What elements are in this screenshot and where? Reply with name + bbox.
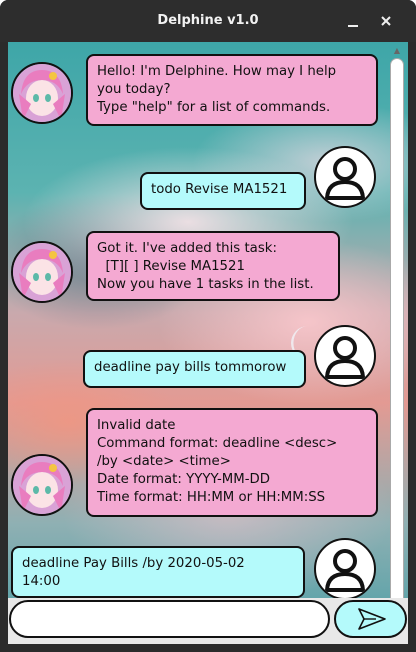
app-window: Delphine v1.0 Hello! I'm Delphine. How m… xyxy=(0,0,416,652)
scroll-up-arrow-icon[interactable]: ▲ xyxy=(393,47,401,55)
user-message-bubble: deadline Pay Bills /by 2020-05-02 14:00 xyxy=(11,546,305,598)
close-button[interactable] xyxy=(373,8,399,34)
user-message-bubble: deadline pay bills tommorow xyxy=(83,350,306,388)
close-icon xyxy=(381,16,391,26)
bot-avatar-icon xyxy=(11,241,73,303)
user-avatar-icon xyxy=(314,538,376,600)
chat-scroll-pane[interactable]: Hello! I'm Delphine. How may I help you … xyxy=(8,42,408,644)
bot-message-bubble: Hello! I'm Delphine. How may I help you … xyxy=(86,54,378,126)
user-message-bubble: todo Revise MA1521 xyxy=(140,172,306,210)
message-input[interactable] xyxy=(9,600,330,638)
bot-message-bubble: Invalid date Command format: deadline <d… xyxy=(86,408,378,517)
input-bar xyxy=(8,598,408,644)
send-button[interactable] xyxy=(334,600,407,638)
vertical-scrollbar[interactable] xyxy=(390,58,404,614)
minimize-button[interactable] xyxy=(340,8,366,34)
bot-avatar-icon xyxy=(11,454,73,516)
minimize-icon xyxy=(348,25,358,27)
bot-avatar-icon xyxy=(11,62,73,124)
bot-message-bubble: Got it. I've added this task: [T][ ] Rev… xyxy=(86,231,340,301)
title-bar[interactable]: Delphine v1.0 xyxy=(0,0,416,42)
user-avatar-icon xyxy=(314,325,376,387)
user-avatar-icon xyxy=(314,146,376,208)
send-arrow-icon xyxy=(358,608,386,630)
